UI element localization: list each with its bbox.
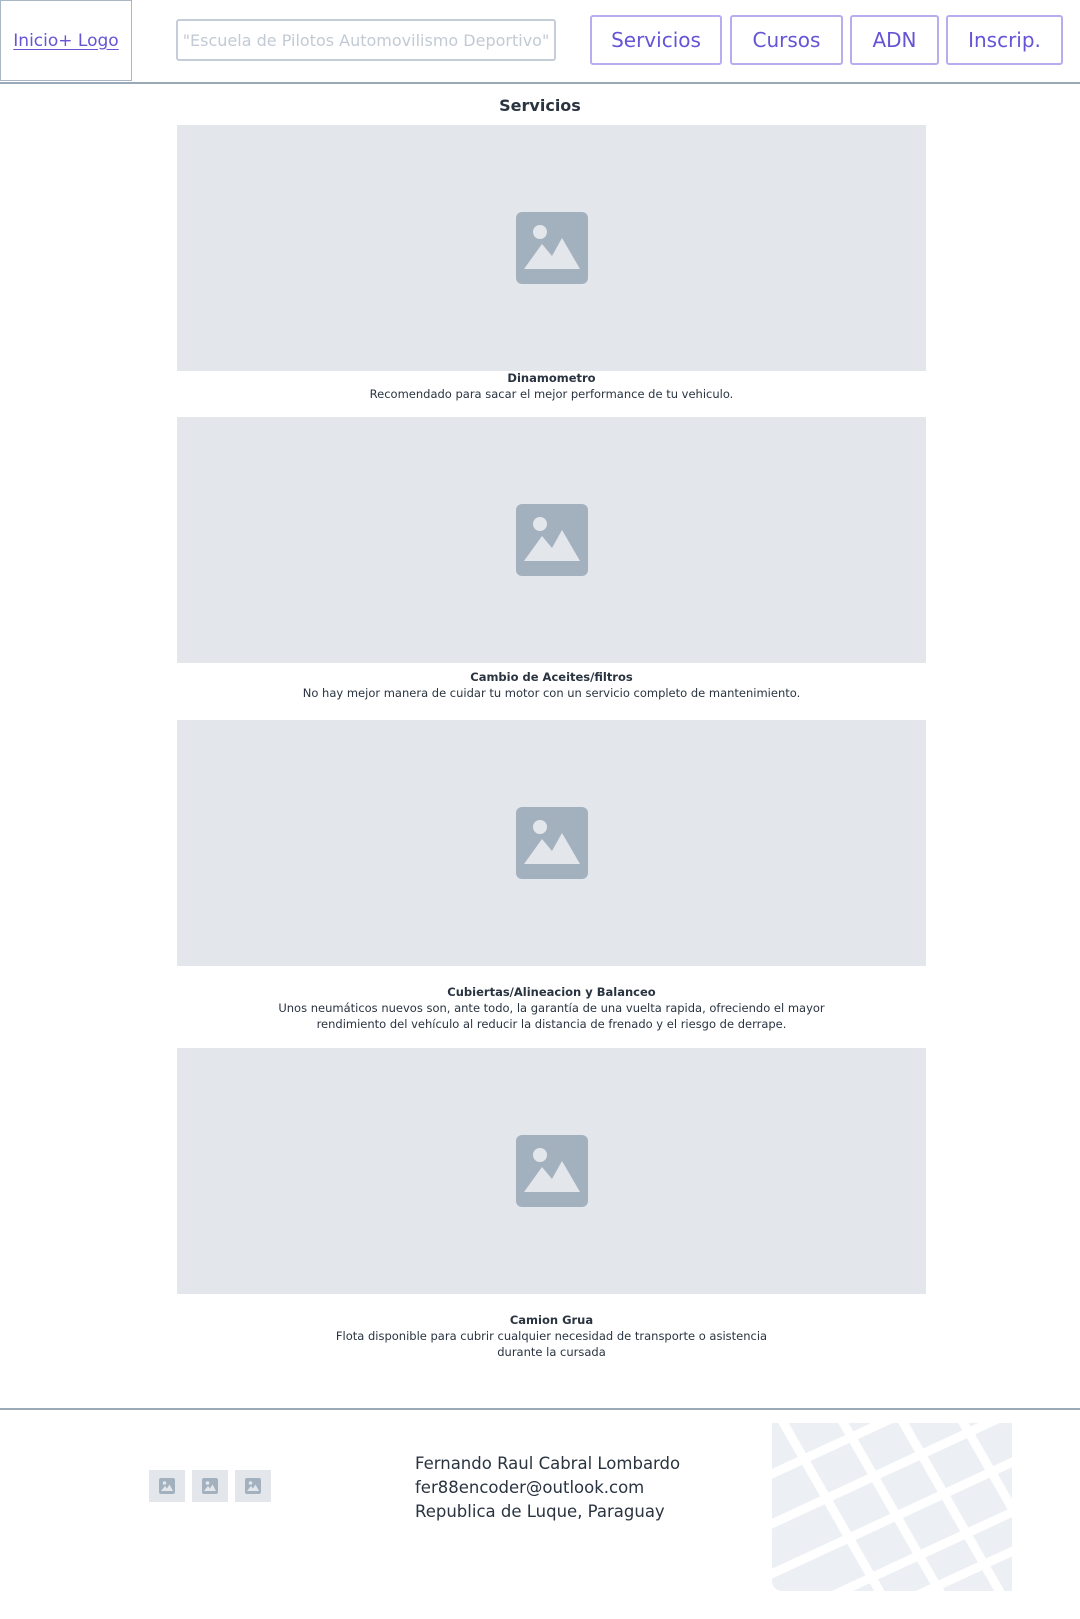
service-image-cubiertas — [177, 720, 926, 966]
contact-info: Fernando Raul Cabral Lombardo fer88encod… — [415, 1452, 680, 1524]
image-icon — [245, 1478, 261, 1494]
service-description: Recomendado para sacar el mejor performa… — [369, 387, 734, 401]
nav-inscrip-button[interactable]: Inscrip. — [946, 15, 1063, 65]
site-header: Inicio+ Logo "Escuela de Pilotos Automov… — [0, 0, 1080, 84]
service-description-line: durante la cursada — [497, 1345, 606, 1359]
header-divider — [0, 82, 1080, 84]
map-icon — [772, 1423, 1012, 1591]
contact-location: Republica de Luque, Paraguay — [415, 1502, 665, 1521]
service-description: No hay mejor manera de cuidar tu motor c… — [302, 686, 801, 700]
image-placeholder-icon — [515, 212, 588, 284]
service-image-dinamometro — [177, 125, 926, 371]
service-image-aceites — [177, 417, 926, 663]
service-card-grua: Camion Grua Flota disponible para cubrir… — [177, 1312, 926, 1360]
image-icon — [159, 1478, 175, 1494]
service-description-line: Unos neumáticos nuevos son, ante todo, l… — [278, 1001, 825, 1015]
image-icon — [202, 1478, 218, 1494]
nav-cursos-button[interactable]: Cursos — [730, 15, 843, 65]
nav-adn-button[interactable]: ADN — [850, 15, 939, 65]
service-description-line: Flota disponible para cubrir cualquier n… — [335, 1329, 768, 1343]
page-title: Servicios — [499, 96, 581, 115]
service-card-cubiertas: Cubiertas/Alineacion y Balanceo Unos neu… — [177, 984, 926, 1032]
service-title: Camion Grua — [509, 1313, 594, 1327]
footer-divider — [0, 1408, 1080, 1410]
service-title: Dinamometro — [507, 371, 596, 385]
social-link-2[interactable] — [192, 1470, 228, 1502]
site-tagline: "Escuela de Pilotos Automovilismo Deport… — [176, 19, 556, 61]
social-link-1[interactable] — [149, 1470, 185, 1502]
contact-name: Fernando Raul Cabral Lombardo — [415, 1454, 681, 1473]
image-placeholder-icon — [515, 807, 588, 879]
logo-box[interactable]: Inicio+ Logo — [0, 0, 132, 81]
service-title: Cambio de Aceites/filtros — [470, 670, 633, 684]
social-link-3[interactable] — [235, 1470, 271, 1502]
service-image-grua — [177, 1048, 926, 1294]
map-placeholder[interactable] — [772, 1423, 1012, 1591]
nav-servicios-button[interactable]: Servicios — [590, 15, 722, 65]
home-logo-link[interactable]: Inicio+ Logo — [13, 31, 118, 51]
image-placeholder-icon — [515, 1135, 588, 1207]
contact-email[interactable]: fer88encoder@outlook.com — [415, 1476, 680, 1500]
service-card-aceites: Cambio de Aceites/filtros No hay mejor m… — [177, 669, 926, 701]
image-placeholder-icon — [515, 504, 588, 576]
service-title: Cubiertas/Alineacion y Balanceo — [447, 985, 656, 999]
service-card-dinamometro: Dinamometro Recomendado para sacar el me… — [177, 370, 926, 402]
service-description-line: rendimiento del vehículo al reducir la d… — [316, 1017, 787, 1031]
